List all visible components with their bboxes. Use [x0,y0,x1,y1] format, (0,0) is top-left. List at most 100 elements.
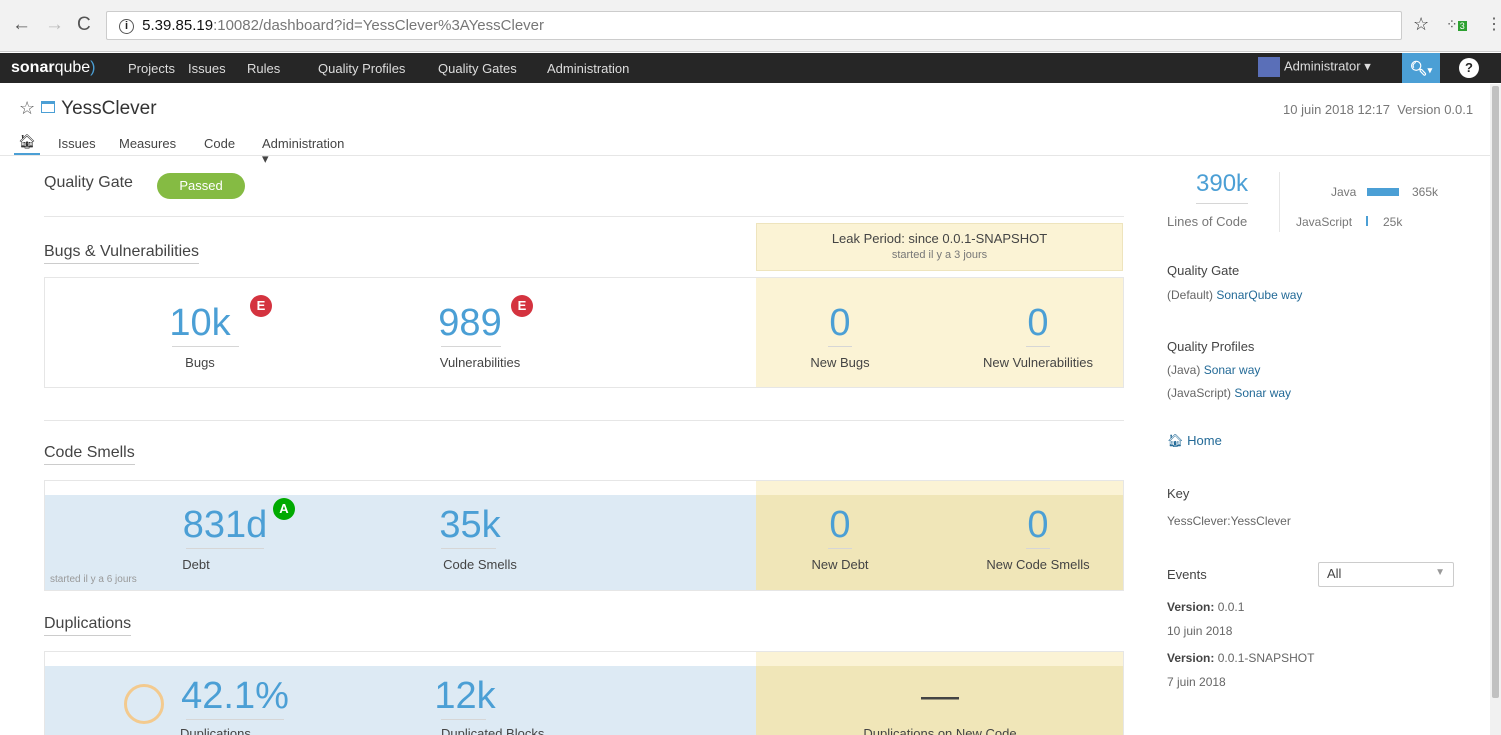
vulnerabilities-rating-badge[interactable]: E [511,295,533,317]
leak-period-banner: Leak Period: since 0.0.1-SNAPSHOT starte… [756,223,1123,271]
browser-toolbar: ← → C i 5.39.85.19:10082/dashboard?id=Ye… [0,0,1501,52]
code-smells-label: Code Smells [443,557,517,572]
scrollbar-thumb[interactable] [1492,86,1499,698]
user-name: Administrator [1284,58,1361,74]
debt-value[interactable]: 831d [180,505,270,545]
maintainability-panel [45,495,756,590]
sidebar-quality-gate-title: Quality Gate [1167,263,1240,278]
new-code-smells-label: New Code Smells [986,557,1090,572]
duplicated-blocks-value[interactable]: 12k [430,676,500,716]
underline [172,346,239,347]
quality-profile-java: (Java) Sonar way [1167,363,1260,377]
nav-quality-profiles[interactable]: Quality Profiles [318,61,405,76]
new-code-smells-value[interactable]: 0 [1008,505,1068,545]
new-vulnerabilities-value[interactable]: 0 [1008,303,1068,343]
sonarqube-logo[interactable]: sonarqube) [11,59,96,77]
event-item: Version: 0.0.1-SNAPSHOT [1167,651,1314,665]
new-bugs-label: New Bugs [810,355,870,370]
project-icon [41,101,56,113]
events-filter-select[interactable]: All ▼ [1318,562,1454,587]
project-version: Version 0.0.1 [1397,102,1474,117]
event-label: Version: [1167,651,1215,665]
search-button[interactable]: 🔍︎▾ [1402,53,1440,83]
home-icon: 🏠︎ [18,133,36,149]
avatar [1258,57,1280,77]
profile-lang: (Java) [1167,363,1201,377]
lines-of-code-value[interactable]: 390k [1196,170,1248,198]
url-host: 5.39.85.19 [142,17,214,34]
code-smells-title: Code Smells [44,444,135,465]
duplications-value[interactable]: 42.1% [180,676,290,716]
address-bar[interactable]: i 5.39.85.19:10082/dashboard?id=YessClev… [106,11,1402,40]
user-menu[interactable]: Administrator ▾ [1258,57,1371,77]
language-java-value: 365k [1412,185,1439,199]
tab-code[interactable]: Code [204,136,235,151]
event-version: 0.0.1-SNAPSHOT [1217,651,1315,665]
logo-rest: qube [54,59,91,76]
tab-measures[interactable]: Measures [119,136,176,151]
home-link[interactable]: 🏠︎ Home [1167,433,1222,449]
underline [1026,346,1050,347]
underline [441,719,486,720]
nav-quality-gates[interactable]: Quality Gates [438,61,517,76]
language-java-bar [1367,188,1399,196]
language-javascript-bar [1366,216,1368,226]
quality-gate-link[interactable]: SonarQube way [1216,288,1302,302]
home-link-label: Home [1187,433,1222,448]
bugs-rating-badge[interactable]: E [250,295,272,317]
browser-menu-icon[interactable]: ⋮ [1486,14,1501,34]
quality-gate-label: Quality Gate [44,174,133,191]
quality-profile-javascript: (JavaScript) Sonar way [1167,386,1291,400]
back-icon[interactable]: ← [12,14,31,36]
vulnerabilities-value[interactable]: 989 [430,303,510,343]
project-title: ☆ YessClever [19,98,157,120]
project-name[interactable]: YessClever [61,98,156,119]
help-button[interactable]: ? [1459,58,1479,78]
forward-icon[interactable]: → [45,14,64,36]
new-bugs-value[interactable]: 0 [810,303,870,343]
quality-gate-default: (Default) [1167,288,1214,302]
home-icon: 🏠︎ [1167,433,1184,448]
tab-administration[interactable]: Administration ▾ [262,136,344,167]
nav-issues[interactable]: Issues [188,61,226,76]
info-icon[interactable]: i [119,19,134,34]
sidebar-quality-profiles-title: Quality Profiles [1167,339,1255,354]
event-item: Version: 0.0.1 [1167,600,1244,614]
extension-icon[interactable]: ⁘ 3 [1446,16,1467,33]
language-javascript-label: JavaScript [1296,215,1353,229]
logo-bold: sonar [11,59,55,76]
logo-wave-icon: ) [90,59,96,76]
quality-profile-link[interactable]: Sonar way [1204,363,1261,377]
tab-home[interactable]: 🏠︎ [14,133,40,156]
new-debt-label: New Debt [811,557,869,572]
new-vulnerabilities-label: New Vulnerabilities [982,355,1094,370]
nav-administration[interactable]: Administration [547,61,629,76]
underline [441,346,501,347]
tab-administration-label: Administration [262,136,345,151]
underline [1026,548,1050,549]
tab-issues[interactable]: Issues [58,136,96,151]
code-smells-value[interactable]: 35k [430,505,510,545]
event-date: 7 juin 2018 [1167,675,1226,689]
bookmark-star-icon[interactable]: ☆ [1413,14,1429,35]
new-duplications-value: — [921,675,959,717]
reload-icon[interactable]: C [77,14,91,36]
underline [828,548,852,549]
underline [186,719,284,720]
nav-rules[interactable]: Rules [247,61,280,76]
profile-lang: (JavaScript) [1167,386,1232,400]
duplicated-blocks-label: Duplicated Blocks [441,726,545,735]
new-debt-value[interactable]: 0 [810,505,870,545]
divider [44,216,1124,217]
divider [1279,172,1280,232]
bugs-value[interactable]: 10k [160,303,240,343]
url-path: :10082/dashboard?id=YessClever%3AYessCle… [213,17,544,34]
quality-profile-link[interactable]: Sonar way [1234,386,1291,400]
duplications-title: Duplications [44,615,132,636]
nav-projects[interactable]: Projects [128,61,175,76]
global-navbar: sonarqube) Projects Issues Rules Quality… [0,53,1501,83]
divider [44,420,1124,421]
favorite-star-icon[interactable]: ☆ [19,98,35,118]
analysis-date: 10 juin 2018 12:17 [1283,102,1390,117]
debt-rating-badge[interactable]: A [273,498,295,520]
